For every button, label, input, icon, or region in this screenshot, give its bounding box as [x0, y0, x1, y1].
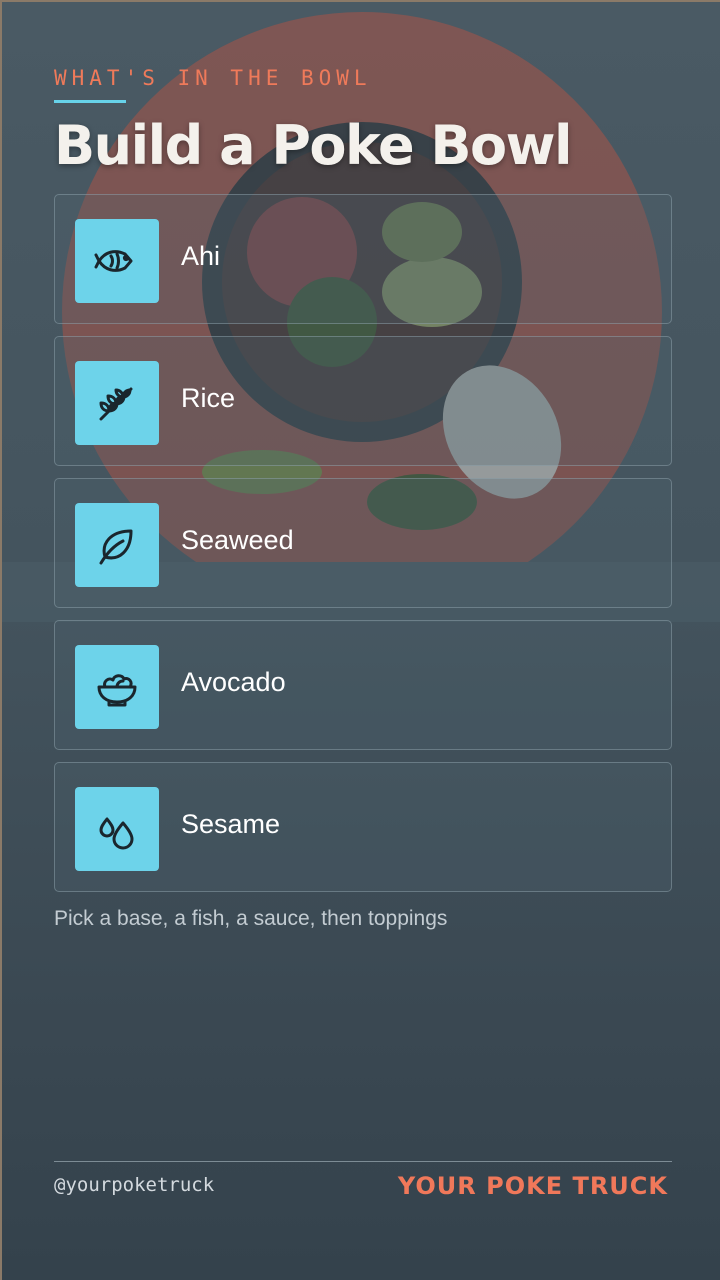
- droplets-icon: [75, 787, 159, 871]
- salad-bowl-icon: [75, 645, 159, 729]
- ingredient-label: Avocado: [181, 667, 286, 697]
- story-card: WHAT'S IN THE BOWL Build a Poke Bowl Ahi: [0, 0, 720, 1280]
- section-kicker: WHAT'S IN THE BOWL: [54, 66, 372, 90]
- ingredient-item-seaweed: Seaweed: [54, 478, 672, 608]
- page-title: Build a Poke Bowl: [54, 114, 573, 177]
- fish-icon: [75, 219, 159, 303]
- ingredient-label: Ahi: [181, 241, 221, 271]
- ingredient-label: Sesame: [181, 809, 281, 839]
- social-handle: @yourpoketruck: [54, 1174, 215, 1196]
- ingredient-list: Ahi Rice Seaweed Avocado Sesame: [54, 194, 672, 904]
- footer-divider: [54, 1161, 672, 1162]
- ingredient-item-avocado: Avocado: [54, 620, 672, 750]
- ingredient-item-sesame: Sesame: [54, 762, 672, 892]
- kicker-underline: [54, 100, 126, 103]
- ingredient-item-rice: Rice: [54, 336, 672, 466]
- ingredient-label: Rice: [181, 383, 236, 413]
- instruction-text: Pick a base, a fish, a sauce, then toppi…: [54, 907, 448, 930]
- leaf-icon: [75, 503, 159, 587]
- ingredient-item-ahi: Ahi: [54, 194, 672, 324]
- wheat-icon: [75, 361, 159, 445]
- ingredient-label: Seaweed: [181, 525, 294, 555]
- brand-name: YOUR POKE TRUCK: [397, 1172, 668, 1200]
